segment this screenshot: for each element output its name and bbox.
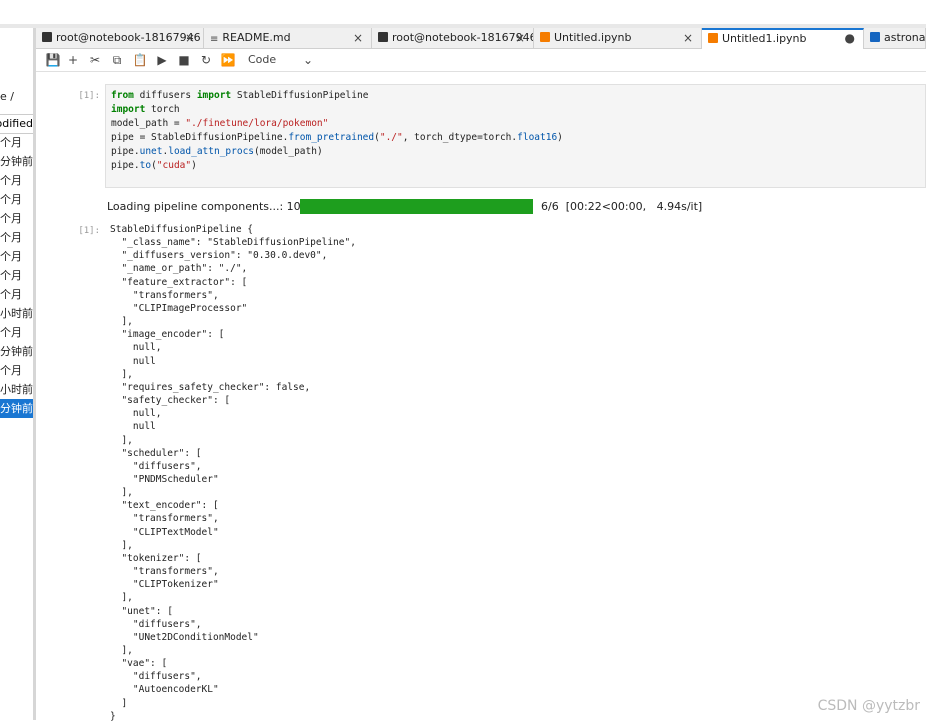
close-icon[interactable]: × xyxy=(515,28,525,48)
close-icon[interactable]: × xyxy=(353,28,363,48)
sidebar-resize-handle[interactable] xyxy=(33,28,36,720)
tab-root-notebook-18167946[interactable]: root@notebook-18167946 × xyxy=(372,28,534,48)
file-list-item[interactable]: 分钟前 xyxy=(0,342,33,361)
tab-untitled1-ipynb[interactable]: Untitled1.ipynb ● xyxy=(702,28,864,49)
progress-bar xyxy=(300,199,533,214)
tab-label: root@notebook-18167946 xyxy=(392,31,534,44)
progress-label: Loading pipeline components...: 100% xyxy=(107,200,319,213)
notebook-icon xyxy=(540,32,550,42)
tab-root-notebook-18167946[interactable]: root@notebook-18167946 × xyxy=(36,28,204,48)
code-cell-input[interactable]: from diffusers import StableDiffusionPip… xyxy=(105,84,926,188)
file-list-item[interactable]: 个月 xyxy=(0,171,33,190)
add-cell-icon[interactable]: + xyxy=(64,51,82,69)
file-list: 个月 分钟前 个月 个月 个月 个月 个月 个月 个月 小时前 个月 分钟前 个月 小时前 分钟前 xyxy=(0,133,33,418)
tab-label: root@notebook-18167946 xyxy=(56,31,201,44)
save-icon[interactable]: 💾 xyxy=(44,51,62,69)
modified-column-header[interactable]: Modified xyxy=(0,114,33,134)
tab-untitled-ipynb[interactable]: Untitled.ipynb × xyxy=(534,28,702,48)
tab-bar: root@notebook-18167946 × ≡ README.md × root@n… xyxy=(36,28,926,49)
tab-label: astronaut_rides_horse.png xyxy=(884,31,926,44)
markdown-icon: ≡ xyxy=(210,34,219,45)
file-list-item[interactable]: 个月 xyxy=(0,285,33,304)
cut-icon[interactable]: ✂ xyxy=(86,51,104,69)
breadcrumb[interactable]: e / xyxy=(0,90,14,103)
chevron-down-icon[interactable]: ⌄ xyxy=(299,51,317,69)
tab-label: Untitled.ipynb xyxy=(554,31,632,44)
file-list-item[interactable]: 分钟前 xyxy=(0,399,33,418)
file-browser-sidebar: e / Modified 个月分钟前个月个月个月个月个月个月个月小时前个月分钟前… xyxy=(0,28,33,720)
code-editor[interactable]: from diffusers import StableDiffusionPip… xyxy=(111,89,563,173)
run-icon[interactable]: ▶ xyxy=(153,51,171,69)
progress-stats: 6/6 [00:22<00:00, 4.94s/it] xyxy=(541,200,703,213)
restart-icon[interactable]: ↻ xyxy=(197,51,215,69)
file-list-item[interactable]: 个月 xyxy=(0,266,33,285)
terminal-icon xyxy=(42,32,52,42)
file-list-item[interactable]: 个月 xyxy=(0,247,33,266)
notebook-icon xyxy=(708,33,718,43)
file-list-item[interactable]: 小时前 xyxy=(0,304,33,323)
progress-bar-fill xyxy=(300,199,533,214)
file-list-item[interactable]: 个月 xyxy=(0,323,33,342)
unsaved-indicator-icon[interactable]: ● xyxy=(845,30,855,47)
notebook-toolbar: 💾 + ✂ ⧉ 📋 ▶ ■ ↻ ⏩ Code ⌄ xyxy=(36,49,926,72)
file-list-item[interactable]: 个月 xyxy=(0,209,33,228)
input-prompt: [1]: xyxy=(78,91,100,101)
file-list-item[interactable]: 分钟前 xyxy=(0,152,33,171)
run-all-icon[interactable]: ⏩ xyxy=(219,51,237,69)
terminal-icon xyxy=(378,32,388,42)
tab-astronaut-rides-horse-png[interactable]: astronaut_rides_horse.png xyxy=(864,28,926,48)
top-blank-bar xyxy=(0,0,926,24)
output-prompt: [1]: xyxy=(78,226,100,236)
cell-type-select[interactable]: Code xyxy=(248,51,276,69)
file-list-item[interactable]: 个月 xyxy=(0,228,33,247)
close-icon[interactable]: × xyxy=(683,28,693,48)
tab-label: Untitled1.ipynb xyxy=(722,32,807,45)
image-icon xyxy=(870,32,880,42)
file-list-item[interactable]: 个月 xyxy=(0,133,33,152)
close-icon[interactable]: × xyxy=(185,28,195,48)
tab-label: README.md xyxy=(222,31,291,44)
paste-icon[interactable]: 📋 xyxy=(131,51,149,69)
watermark: CSDN @yytzbr xyxy=(817,698,920,714)
file-list-item[interactable]: 个月 xyxy=(0,190,33,209)
file-list-item[interactable]: 小时前 xyxy=(0,380,33,399)
tab-readme-md[interactable]: ≡ README.md × xyxy=(204,28,372,48)
file-list-item[interactable]: 个月 xyxy=(0,361,33,380)
stop-icon[interactable]: ■ xyxy=(175,51,193,69)
cell-output: StableDiffusionPipeline { "_class_name":… xyxy=(110,224,356,722)
copy-icon[interactable]: ⧉ xyxy=(108,51,126,69)
